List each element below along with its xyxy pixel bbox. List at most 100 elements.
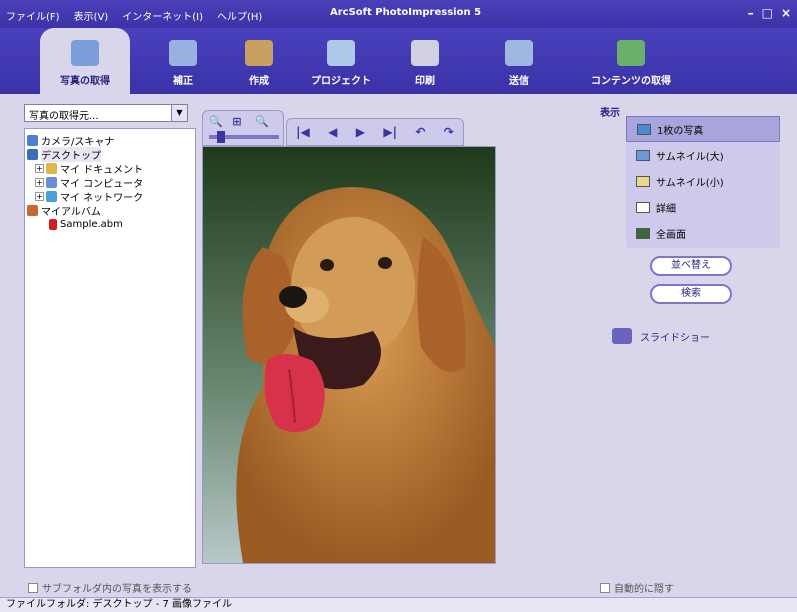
window-controls: – □ × <box>748 6 791 20</box>
view-options: 1枚の写真 サムネイル(大) サムネイル(小) 詳細 全画面 <box>626 116 780 248</box>
sort-button[interactable]: 並べ替え <box>650 256 732 276</box>
view-thumbnail-small[interactable]: サムネイル(小) <box>626 168 780 194</box>
toolbar-get-content[interactable]: コンテンツの取得 <box>576 28 686 94</box>
zoom-in-icon[interactable]: 🔍 <box>209 115 223 128</box>
last-icon[interactable]: ▶| <box>383 125 397 139</box>
next-icon[interactable]: ▶ <box>356 125 365 139</box>
tree-item-label: マイアルバム <box>41 206 101 218</box>
checkbox-label: 自動的に隠す <box>614 584 674 595</box>
right-panel: 表示 1枚の写真 サムネイル(大) サムネイル(小) 詳細 全画面 並べ替え 検… <box>600 104 786 574</box>
slider-knob[interactable] <box>217 131 225 143</box>
tree-item-my-documents[interactable]: + マイ ドキュメント <box>27 161 193 176</box>
folder-tree: カメラ/スキャナ デスクトップ + マイ ドキュメント + マイ コンピュータ … <box>24 128 196 568</box>
thumbnail-small-icon <box>636 175 650 187</box>
dog-photo <box>203 147 496 563</box>
toolbar-project[interactable]: プロジェクト <box>296 28 386 94</box>
tree-item-my-computer[interactable]: + マイ コンピュータ <box>27 175 193 190</box>
camera-icon <box>27 134 38 146</box>
enhance-icon <box>169 40 197 66</box>
view-thumbnail-large[interactable]: サムネイル(大) <box>626 142 780 168</box>
photo-icon <box>637 123 651 135</box>
view-option-label: 1枚の写真 <box>657 125 704 137</box>
maximize-icon[interactable]: □ <box>762 6 773 20</box>
toolbar-label: 印刷 <box>415 76 435 87</box>
toolbar-create[interactable]: 作成 <box>214 28 304 94</box>
subfolder-checkbox[interactable]: サブフォルダ内の写真を表示する <box>28 580 192 595</box>
checkbox-box[interactable] <box>28 582 38 593</box>
view-option-label: 全画面 <box>656 229 686 241</box>
prev-icon[interactable]: ◀ <box>328 125 337 139</box>
content-icon <box>617 40 645 66</box>
tree-item-camera[interactable]: カメラ/スキャナ <box>27 133 193 148</box>
toolbar-label: 作成 <box>249 76 269 87</box>
search-button[interactable]: 検索 <box>650 284 732 304</box>
fullscreen-icon <box>636 227 650 239</box>
expand-icon[interactable]: + <box>35 177 44 187</box>
network-icon <box>46 190 57 202</box>
toolbar-label: プロジェクト <box>311 76 371 87</box>
details-icon <box>636 201 650 213</box>
menu-view[interactable]: 表示(V) <box>74 8 109 23</box>
tree-item-label: マイ ネットワーク <box>60 192 144 204</box>
zoom-tab: 🔍 ⊞ 🔍 <box>202 110 284 146</box>
fit-icon[interactable]: ⊞ <box>232 115 246 128</box>
rotate-left-icon[interactable]: ↶ <box>415 125 425 139</box>
tree-item-label: カメラ/スキャナ <box>41 136 115 148</box>
minimize-icon[interactable]: – <box>748 6 754 20</box>
expand-icon[interactable]: + <box>35 163 44 173</box>
toolbar-label: 送信 <box>509 76 529 87</box>
tree-item-sample-album[interactable]: Sample.abm <box>27 217 193 231</box>
tree-item-label: マイ ドキュメント <box>60 164 144 176</box>
view-single-photo[interactable]: 1枚の写真 <box>626 116 780 142</box>
create-icon <box>245 40 273 66</box>
source-combo-value: 写真の取得元... <box>29 111 99 122</box>
title-bar: ファイル(F) 表示(V) インターネット(I) ヘルプ(H) ArcSoft … <box>0 0 797 28</box>
menu-help[interactable]: ヘルプ(H) <box>217 8 262 23</box>
source-combo[interactable]: 写真の取得元... ▼ <box>24 104 188 122</box>
view-option-label: サムネイル(大) <box>656 151 724 163</box>
expand-icon[interactable]: + <box>35 191 44 201</box>
status-bar: ファイルフォルダ: デスクトップ - 7 画像ファイル <box>0 597 797 612</box>
folder-icon <box>46 162 57 174</box>
slideshow-button[interactable]: スライドショー <box>612 328 710 344</box>
thumbnail-large-icon <box>636 149 650 161</box>
checkbox-box[interactable] <box>600 582 610 593</box>
autohide-checkbox[interactable]: 自動的に隠す <box>600 580 674 595</box>
toolbar-send[interactable]: 送信 <box>474 28 564 94</box>
chevron-down-icon[interactable]: ▼ <box>171 105 187 121</box>
album-icon <box>27 204 38 216</box>
photo-viewer <box>202 146 496 564</box>
toolbar-get-photos[interactable]: 写真の取得 <box>40 28 130 98</box>
computer-icon <box>46 176 57 188</box>
slideshow-label: スライドショー <box>640 332 710 344</box>
tree-item-desktop[interactable]: デスクトップ <box>27 146 193 162</box>
slideshow-icon <box>612 328 632 344</box>
toolbar-print[interactable]: 印刷 <box>380 28 470 94</box>
menu-file[interactable]: ファイル(F) <box>6 8 60 23</box>
project-icon <box>327 40 355 66</box>
main-toolbar: 写真の取得 補正 作成 プロジェクト 印刷 送信 コンテンツの取得 <box>0 28 797 98</box>
nav-tab: |◀ ◀ ▶ ▶| ↶ ↷ <box>286 118 464 146</box>
zoom-slider[interactable] <box>209 131 279 143</box>
tree-item-label: マイ コンピュータ <box>60 178 144 190</box>
first-icon[interactable]: |◀ <box>296 125 310 139</box>
viewer-toolbar: 🔍 ⊞ 🔍 |◀ ◀ ▶ ▶| ↶ ↷ <box>202 104 464 146</box>
view-fullscreen[interactable]: 全画面 <box>626 220 780 246</box>
toolbar-label: 写真の取得 <box>60 76 110 87</box>
view-option-label: 詳細 <box>656 203 676 215</box>
tree-item-label: デスクトップ <box>41 146 101 162</box>
tree-item-my-album[interactable]: マイアルバム <box>27 203 193 218</box>
zoom-out-icon[interactable]: 🔍 <box>255 115 269 128</box>
desktop-icon <box>27 148 38 160</box>
close-icon[interactable]: × <box>781 6 791 20</box>
checkbox-label: サブフォルダ内の写真を表示する <box>42 584 192 595</box>
tree-item-my-network[interactable]: + マイ ネットワーク <box>27 189 193 204</box>
left-panel: 写真の取得元... ▼ カメラ/スキャナ デスクトップ + マイ ドキュメント … <box>24 104 196 574</box>
tree-item-label: Sample.abm <box>60 218 123 230</box>
menu-internet[interactable]: インターネット(I) <box>122 8 203 23</box>
menu-bar: ファイル(F) 表示(V) インターネット(I) ヘルプ(H) <box>6 8 262 23</box>
view-details[interactable]: 詳細 <box>626 194 780 220</box>
rotate-right-icon[interactable]: ↷ <box>444 125 454 139</box>
camera-folder-icon <box>71 40 99 66</box>
view-option-label: サムネイル(小) <box>656 177 724 189</box>
